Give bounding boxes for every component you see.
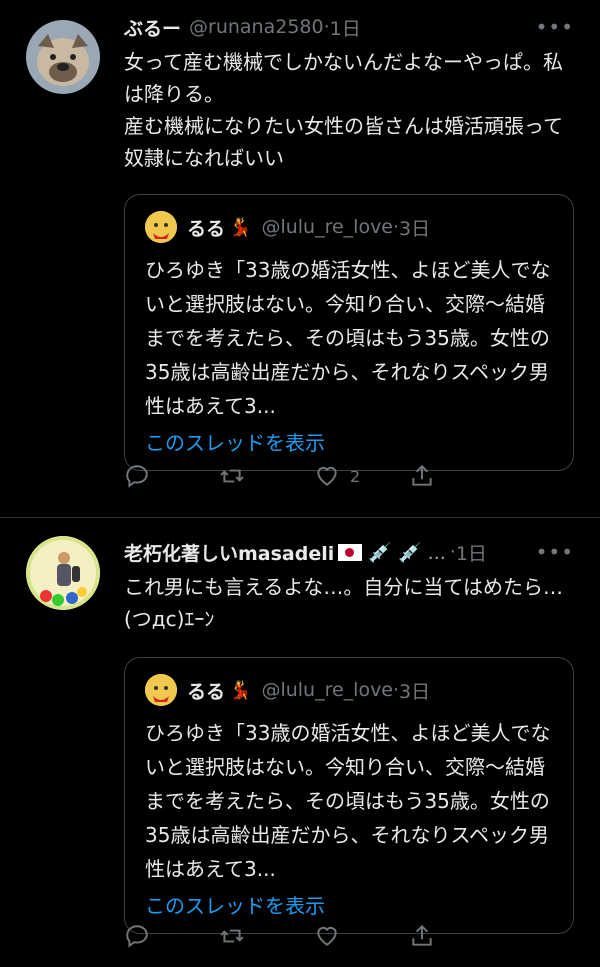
- share-button[interactable]: [409, 463, 504, 489]
- more-options-icon[interactable]: •••: [536, 15, 574, 39]
- quoted-timestamp: 3日: [399, 680, 431, 703]
- more-options-icon[interactable]: •••: [536, 540, 574, 564]
- like-button[interactable]: [314, 923, 409, 949]
- name-suffix-emoji: 💉 💉 ...: [368, 541, 446, 564]
- quoted-tweet-header: るる 💃 @lulu_re_love · 3日: [145, 670, 553, 710]
- quoted-avatar: [145, 674, 177, 706]
- display-name[interactable]: 老朽化著しいmasadeli: [124, 539, 334, 566]
- share-icon: [412, 924, 432, 946]
- quoted-tweet[interactable]: るる 💃 @lulu_re_love · 3日 ひろゆき「33歳の婚活女性、よほ…: [124, 194, 574, 471]
- reply-button[interactable]: [124, 923, 219, 949]
- show-thread-link[interactable]: このスレッドを表示: [145, 427, 553, 456]
- avatar[interactable]: [26, 20, 100, 94]
- share-icon: [412, 464, 432, 486]
- quoted-display-name: るる: [187, 217, 226, 240]
- tweet-text: これ男にも言えるよな…。自分に当てはめたら…(つдc)ｴｰﾝ: [124, 575, 563, 631]
- like-count: 2: [350, 466, 361, 486]
- quoted-tweet[interactable]: るる 💃 @lulu_re_love · 3日 ひろゆき「33歳の婚活女性、よほ…: [124, 657, 574, 934]
- tweet-actions: [124, 923, 504, 949]
- avatar[interactable]: [26, 536, 100, 610]
- display-name[interactable]: ぶるー: [124, 14, 181, 41]
- like-button[interactable]: 2: [314, 463, 409, 489]
- show-thread-link[interactable]: このスレッドを表示: [145, 890, 553, 919]
- tweet-header: 老朽化著しいmasadeli 💉 💉 ... · 1日 •••: [124, 518, 578, 569]
- retweet-icon: [220, 469, 244, 483]
- quoted-user-handle: @lulu_re_love: [261, 216, 393, 238]
- quoted-timestamp: 3日: [399, 217, 431, 240]
- quoted-user-handle: @lulu_re_love: [261, 679, 393, 701]
- tweet-text: 女って産む機械でしかないんだよなーやっぱ。私は降りる。 産む機械になりたい女性の…: [124, 50, 563, 170]
- retweet-button[interactable]: [219, 923, 314, 949]
- tweet[interactable]: 老朽化著しいmasadeli 💉 💉 ... · 1日 ••• これ男にも言える…: [0, 518, 600, 967]
- reply-button[interactable]: [124, 463, 219, 489]
- dancer-emoji-icon: 💃: [229, 679, 252, 701]
- tweet-header: ぶるー @runana2580 · 1日 •••: [124, 0, 578, 44]
- reply-icon: [126, 925, 148, 948]
- quoted-tweet-text: ひろゆき「33歳の婚活女性、よほど美人でないと選択肢はない。今知り合い、交際〜結…: [145, 258, 551, 418]
- japan-flag-icon: [338, 543, 363, 561]
- quoted-avatar: [145, 211, 177, 243]
- heart-icon: [317, 466, 337, 486]
- retweet-button[interactable]: [219, 463, 314, 489]
- tweet[interactable]: ぶるー @runana2580 · 1日 ••• 女って産む機械でしかないんだよ…: [0, 0, 600, 518]
- quoted-tweet-text: ひろゆき「33歳の婚活女性、よほど美人でないと選択肢はない。今知り合い、交際〜結…: [145, 721, 551, 881]
- timestamp[interactable]: 1日: [456, 539, 487, 566]
- tweet-actions: 2: [124, 463, 504, 489]
- heart-icon: [317, 926, 337, 946]
- quoted-tweet-header: るる 💃 @lulu_re_love · 3日: [145, 207, 553, 247]
- quoted-display-name: るる: [187, 680, 226, 703]
- timestamp[interactable]: 1日: [330, 14, 361, 41]
- user-handle[interactable]: @runana2580: [189, 16, 324, 38]
- dancer-emoji-icon: 💃: [229, 216, 252, 238]
- reply-icon: [126, 465, 148, 488]
- share-button[interactable]: [409, 923, 504, 949]
- retweet-icon: [220, 929, 244, 943]
